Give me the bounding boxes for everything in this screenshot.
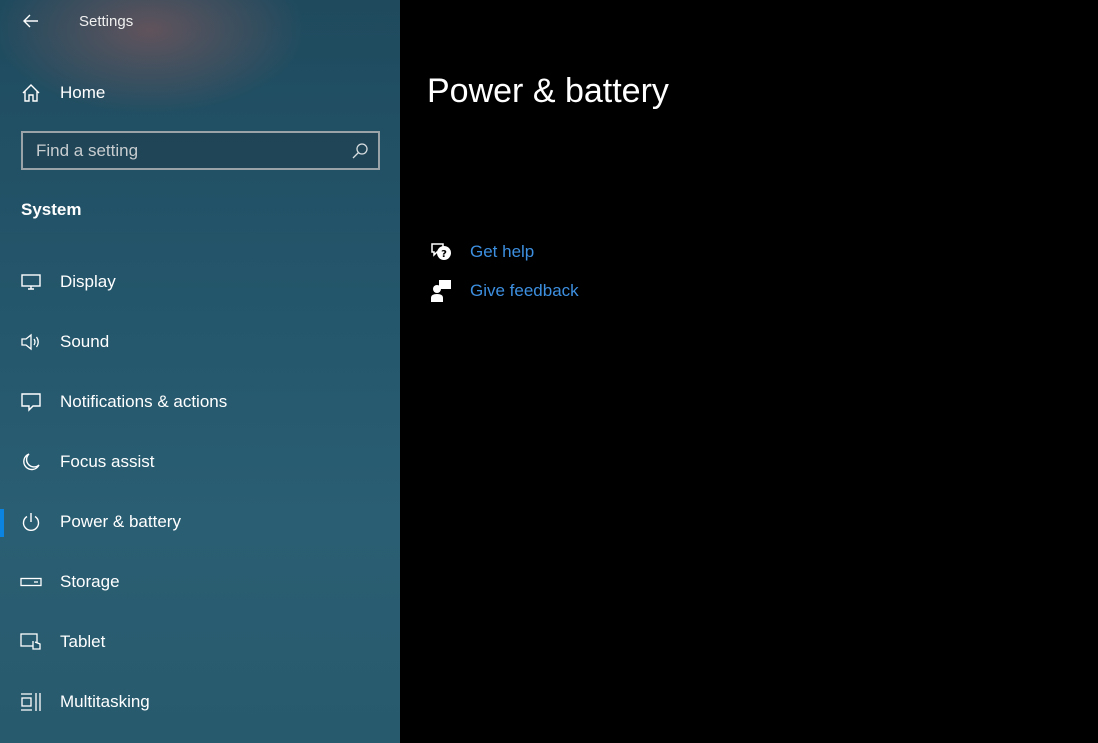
speaker-icon bbox=[20, 331, 42, 353]
sidebar-item-display[interactable]: Display bbox=[0, 252, 400, 312]
back-button[interactable] bbox=[14, 8, 48, 34]
page-title: Power & battery bbox=[427, 72, 669, 110]
tablet-icon bbox=[20, 631, 42, 653]
moon-icon bbox=[20, 451, 42, 473]
svg-text:?: ? bbox=[441, 249, 447, 260]
title-bar: Settings bbox=[0, 0, 400, 44]
help-links: ? Get help Give feedback bbox=[428, 232, 579, 310]
back-arrow-icon bbox=[23, 14, 38, 28]
sidebar: Settings Home System bbox=[0, 0, 400, 743]
section-heading: System bbox=[21, 200, 82, 219]
power-icon bbox=[20, 511, 42, 533]
search-icon[interactable] bbox=[350, 141, 370, 161]
search-box bbox=[21, 131, 380, 170]
sidebar-item-label: Focus assist bbox=[60, 452, 155, 471]
sidebar-item-power-battery[interactable]: Power & battery bbox=[0, 492, 400, 552]
selected-indicator bbox=[0, 509, 4, 537]
sidebar-item-notifications-actions[interactable]: Notifications & actions bbox=[0, 372, 400, 432]
give-feedback-link[interactable]: Give feedback bbox=[470, 281, 579, 301]
sidebar-nav-list: Display Sound Notifications & actions Fo… bbox=[0, 252, 400, 732]
app-title: Settings bbox=[79, 13, 134, 30]
sidebar-item-label: Home bbox=[60, 83, 106, 102]
storage-icon bbox=[20, 571, 42, 593]
sidebar-item-label: Tablet bbox=[60, 632, 106, 651]
sidebar-item-label: Sound bbox=[60, 332, 110, 351]
monitor-icon bbox=[20, 271, 42, 293]
sidebar-item-label: Storage bbox=[60, 572, 120, 591]
get-help-row[interactable]: ? Get help bbox=[428, 232, 579, 271]
home-icon bbox=[20, 82, 42, 104]
sidebar-item-sound[interactable]: Sound bbox=[0, 312, 400, 372]
settings-window: Settings Home System bbox=[0, 0, 1098, 743]
sidebar-item-storage[interactable]: Storage bbox=[0, 552, 400, 612]
feedback-icon bbox=[428, 278, 454, 304]
give-feedback-row[interactable]: Give feedback bbox=[428, 271, 579, 310]
content-pane: Power & battery ? Get help Give feedback bbox=[400, 0, 1098, 743]
notification-icon bbox=[20, 391, 42, 413]
sidebar-item-focus-assist[interactable]: Focus assist bbox=[0, 432, 400, 492]
sidebar-item-label: Notifications & actions bbox=[60, 392, 228, 411]
search-input[interactable] bbox=[36, 133, 346, 168]
multitasking-icon bbox=[20, 691, 42, 713]
help-chat-icon: ? bbox=[428, 239, 454, 265]
sidebar-item-home[interactable]: Home bbox=[0, 72, 400, 114]
sidebar-item-multitasking[interactable]: Multitasking bbox=[0, 672, 400, 732]
sidebar-item-label: Multitasking bbox=[60, 692, 150, 711]
get-help-link[interactable]: Get help bbox=[470, 242, 534, 262]
sidebar-item-label: Display bbox=[60, 272, 116, 291]
sidebar-item-tablet[interactable]: Tablet bbox=[0, 612, 400, 672]
sidebar-item-label: Power & battery bbox=[60, 512, 181, 531]
